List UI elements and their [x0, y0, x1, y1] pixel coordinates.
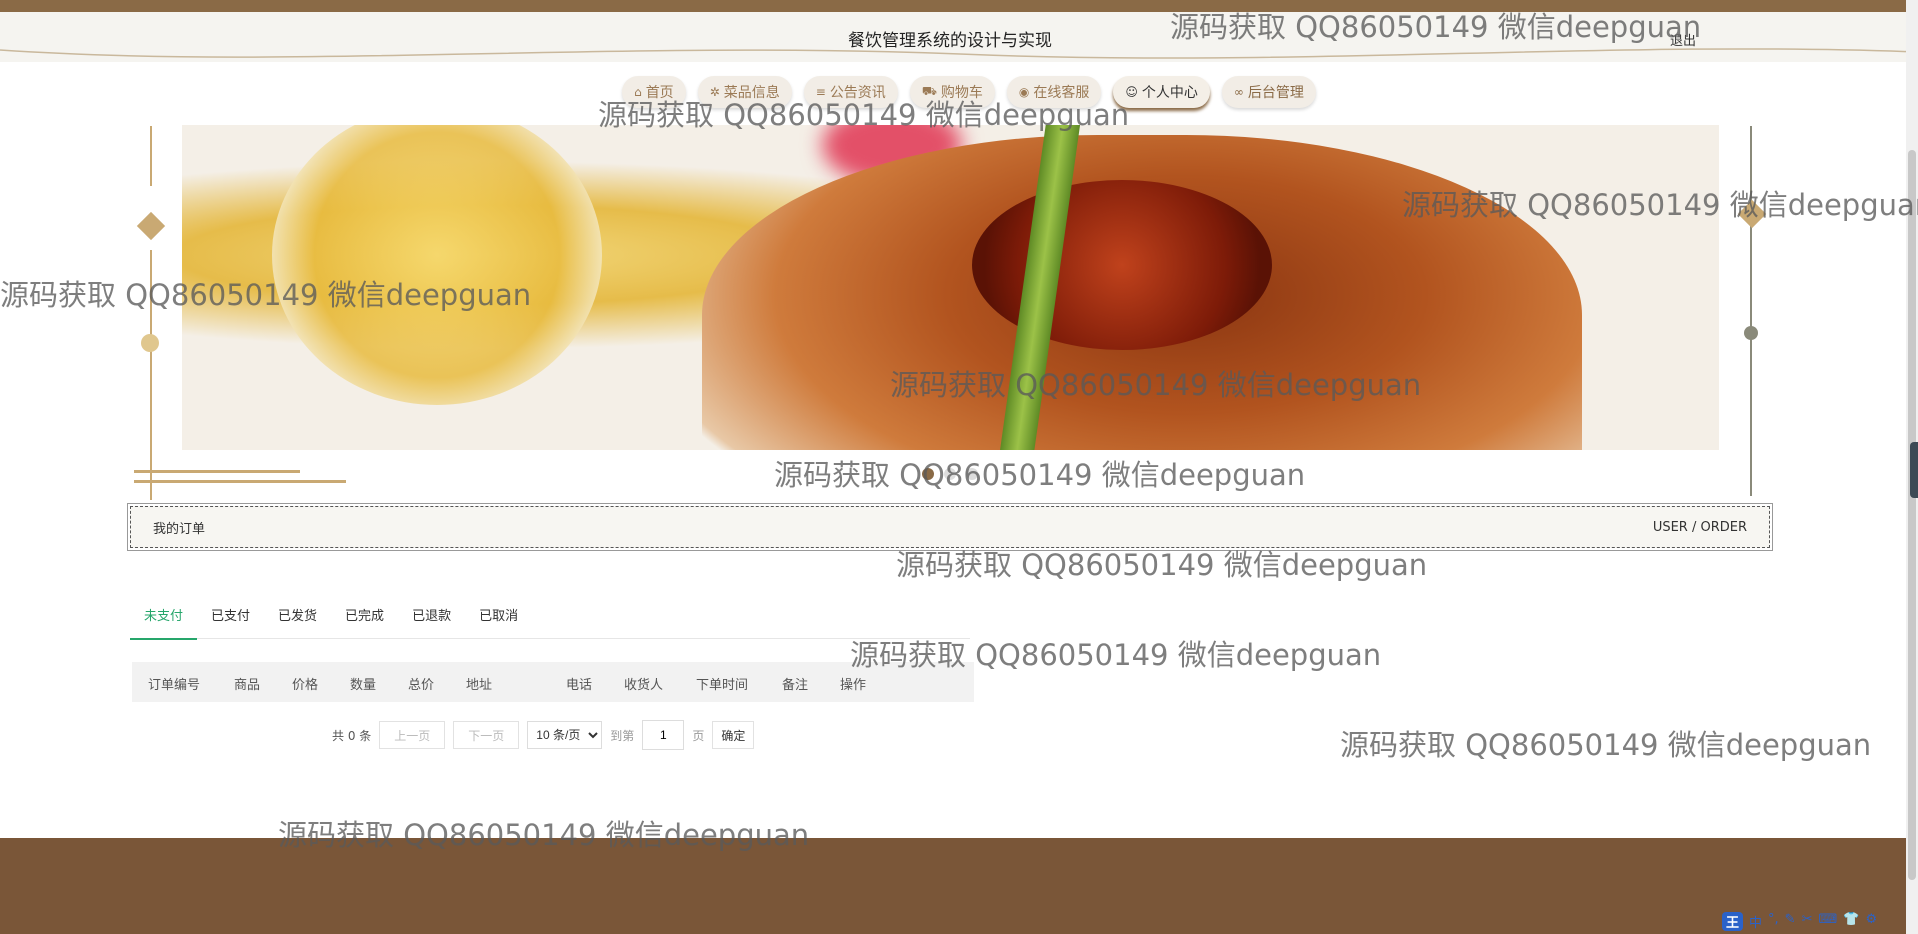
tab-paid[interactable]: 已支付	[197, 596, 264, 638]
logout-link[interactable]: 退出	[1670, 30, 1696, 49]
frame-diamond-left	[136, 211, 166, 241]
column-header-phone: 电话	[566, 678, 593, 693]
page-number-input[interactable]	[642, 720, 685, 750]
site-title: 餐饮管理系统的设计与实现	[848, 31, 1052, 51]
column-header-total: 总价	[408, 678, 435, 693]
watermark: 源码获取 QQ86050149 微信deepguan	[896, 548, 1428, 582]
nav-item-cart[interactable]: ⛟ 购物车	[909, 76, 995, 108]
scrollbar-thumb[interactable]	[1908, 150, 1916, 880]
tab-refunded[interactable]: 已退款	[398, 596, 465, 638]
nav-item-admin[interactable]: ∞ 后台管理	[1221, 76, 1316, 108]
orders-table-header: 订单编号 商品 价格 数量 总价 地址 电话 收货人 下单时间 备注 操作	[132, 662, 974, 702]
carousel-dot[interactable]	[922, 468, 934, 480]
nav-item-label: 在线客服	[1033, 85, 1090, 101]
frame-line-bottom-1	[134, 470, 300, 473]
nav-item-label: 公告资讯	[829, 85, 886, 101]
tab-unpaid[interactable]: 未支付	[130, 596, 198, 640]
home-icon: ⌂	[634, 85, 642, 99]
goto-label: 到第	[610, 728, 635, 743]
column-header-price: 价格	[292, 678, 319, 693]
column-header-order-time: 下单时间	[696, 678, 749, 693]
nav-item-label: 菜品信息	[723, 85, 780, 101]
dish-icon: ✲	[709, 85, 720, 99]
ime-settings-icon[interactable]: ⚙	[1865, 912, 1877, 931]
top-accent-strip	[0, 0, 1918, 12]
nav-item-profile[interactable]: ☺ 个人中心	[1113, 76, 1210, 108]
ime-language-icon[interactable]: 中	[1749, 912, 1762, 931]
nav-item-support[interactable]: ◉ 在线客服	[1006, 76, 1102, 108]
frame-line-right	[1750, 126, 1752, 496]
column-header-recipient: 收货人	[624, 678, 664, 693]
pagination-total: 共 0 条	[332, 728, 372, 743]
nav-item-label: 首页	[645, 85, 674, 101]
frame-dot-left	[141, 334, 159, 352]
confirm-page-button[interactable]: 确定	[712, 721, 755, 749]
site-footer	[0, 838, 1906, 934]
frame-diamond-right	[1737, 199, 1767, 229]
tab-shipped[interactable]: 已发货	[264, 596, 331, 638]
page-suffix-label: 页	[692, 728, 705, 743]
tab-cancelled[interactable]: 已取消	[465, 596, 532, 638]
section-subtitle: USER / ORDER	[1652, 519, 1747, 535]
pagination: 共 0 条 上一页 下一页 10 条/页 到第 页 确定	[332, 720, 755, 750]
ime-toolbar: 王 中 °, ✎ ✂ ⌨ 👕 ⚙	[1722, 912, 1877, 931]
chat-icon: ◉	[1018, 85, 1030, 99]
ime-keyboard-icon[interactable]: ⌨	[1818, 912, 1837, 931]
ime-punctuation-icon[interactable]: °,	[1768, 912, 1779, 931]
nav-item-dishes[interactable]: ✲ 菜品信息	[697, 76, 792, 108]
frame-line-bottom-2	[134, 480, 346, 483]
main-nav: ⌂ 首页 ✲ 菜品信息 ≡ 公告资讯 ⛟ 购物车 ◉ 在线客服 ☺ 个人中心 ∞…	[0, 76, 1918, 108]
nav-item-label: 购物车	[940, 85, 983, 101]
link-icon: ∞	[1233, 85, 1244, 99]
column-header-remark: 备注	[782, 678, 809, 693]
order-status-tabs: 未支付 已支付 已发货 已完成 已退款 已取消	[130, 596, 970, 640]
nav-item-label: 个人中心	[1141, 85, 1198, 101]
cart-icon: ⛟	[921, 84, 937, 98]
carousel-dots	[922, 468, 978, 480]
carousel-dot[interactable]	[966, 468, 978, 480]
carousel-dot[interactable]	[944, 468, 956, 480]
side-drawer-handle[interactable]	[1910, 442, 1918, 498]
ime-scissors-icon[interactable]: ✂	[1802, 912, 1813, 931]
banner-image[interactable]	[182, 125, 1719, 450]
column-header-actions: 操作	[840, 678, 867, 693]
notice-icon: ≡	[815, 85, 826, 99]
ime-logo-icon[interactable]: 王	[1722, 912, 1744, 931]
banner-lemon	[272, 125, 602, 405]
user-icon: ☺	[1125, 85, 1138, 99]
nav-item-notices[interactable]: ≡ 公告资讯	[803, 76, 898, 108]
section-title: 我的订单	[153, 521, 206, 537]
watermark: 源码获取 QQ86050149 微信deepguan	[774, 458, 1306, 492]
section-header-bar: 我的订单 USER / ORDER	[127, 503, 1773, 551]
frame-line-left	[150, 126, 152, 186]
column-header-address: 地址	[466, 678, 493, 693]
next-page-button[interactable]: 下一页	[453, 721, 520, 749]
prev-page-button[interactable]: 上一页	[379, 721, 446, 749]
watermark: 源码获取 QQ86050149 微信deepguan	[1340, 728, 1872, 762]
tab-completed[interactable]: 已完成	[331, 596, 398, 638]
ime-handwriting-icon[interactable]: ✎	[1785, 912, 1796, 931]
column-header-product: 商品	[234, 678, 261, 693]
ime-skin-icon[interactable]: 👕	[1843, 912, 1859, 931]
nav-item-home[interactable]: ⌂ 首页	[622, 76, 686, 108]
frame-line-left-lower	[150, 250, 152, 500]
page-size-select[interactable]: 10 条/页	[527, 721, 603, 749]
frame-dot-right	[1744, 326, 1758, 340]
column-header-quantity: 数量	[350, 678, 377, 693]
column-header-order-id: 订单编号	[148, 678, 201, 693]
nav-item-label: 后台管理	[1247, 85, 1304, 101]
